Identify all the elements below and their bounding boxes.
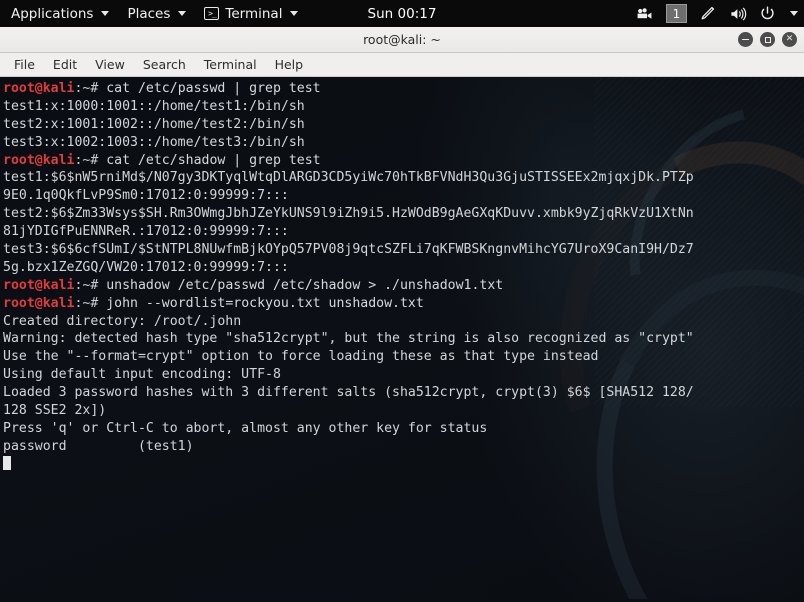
terminal-icon: >_ [204,7,220,20]
terminal-output-line: 81jYDIGfPuENNReR.:17012:0:99999:7::: [3,223,804,241]
menu-places[interactable]: Places [118,0,195,27]
video-camera-icon[interactable] [636,7,653,20]
terminal-output-line: Warning: detected hash type "sha512crypt… [3,330,804,348]
terminal-output-text: test1:$6$nW5rniMd$/N07gy3DKTyqlWtqDlARGD… [3,170,694,186]
shell-prompt-user: root@kali [3,152,75,168]
shell-command-text: cat /etc/passwd | grep test [106,81,321,96]
terminal-output-line: 128 SSE2 2x]) [3,402,804,420]
shell-prompt-symbol: :~# [74,81,107,96]
terminal-output-line: 9E0.1q0QkfLvP9Sm0:17012:0:99999:7::: [3,187,804,205]
text-cursor [3,455,11,470]
window-controls: ✕ [738,27,797,52]
terminal-output-text: Loaded 3 password hashes with 3 differen… [3,385,694,401]
menubar: File Edit View Search Terminal Help [0,53,804,77]
terminal-output-text: 81jYDIGfPuENNReR.:17012:0:99999:7::: [3,224,289,240]
terminal-command-line: root@kali:~# cat /etc/passwd | grep test [3,80,804,98]
menu-terminal-app[interactable]: >_ Terminal [195,0,307,27]
terminal-output-text: 128 SSE2 2x]) [3,403,107,419]
menu-file[interactable]: File [6,55,43,74]
maximize-button[interactable] [760,32,775,47]
shell-command-text: unshadow /etc/passwd /etc/shadow > ./uns… [106,277,504,293]
menu-view[interactable]: View [87,55,133,74]
terminal-label: Terminal [225,5,283,22]
terminal-output-text: Use the "--format=crypt" option to force… [3,349,599,365]
terminal-output-line: test1:$6$nW5rniMd$/N07gy3DKTyqlWtqDlARGD… [3,169,804,187]
menu-edit[interactable]: Edit [45,55,85,74]
terminal-command-line: root@kali:~# unshadow /etc/passwd /etc/s… [3,277,804,295]
shell-command-text: john --wordlist=rockyou.txt unshadow.txt [106,295,424,311]
terminal-output-text: 9E0.1q0QkfLvP9Sm0:17012:0:99999:7::: [3,188,289,204]
terminal-output-text: 5g.bzx1ZeZGQ/VW20:17012:0:99999:7::: [3,259,289,275]
shell-command-text: cat /etc/shadow | grep test [106,152,321,168]
terminal-command-line: root@kali:~# john --wordlist=rockyou.txt… [3,295,804,313]
terminal-output-text: test3:$6$6cfSUmI/$StNTPL8NUwfmBjkOYpQ57P… [3,242,694,258]
chevron-down-icon [178,11,187,16]
terminal-screen[interactable]: root@kali:~# cat /etc/passwd | grep test… [0,77,804,602]
desktop: Applications Places >_ Terminal Sun 00:1… [0,0,804,602]
pen-icon[interactable] [700,6,717,21]
terminal-output-line: Loaded 3 password hashes with 3 differen… [3,384,804,402]
chevron-down-icon [290,11,299,16]
shell-prompt-symbol: :~# [74,152,107,168]
chevron-down-icon[interactable] [790,11,798,16]
power-icon[interactable] [760,6,775,21]
terminal-output-line: password (test1) [3,438,804,456]
workspace-indicator[interactable]: 1 [666,4,687,23]
shell-prompt-user: root@kali [3,295,75,311]
terminal-output-line: test3:$6$6cfSUmI/$StNTPL8NUwfmBjkOYpQ57P… [3,241,804,259]
places-label: Places [127,5,171,22]
close-button[interactable]: ✕ [782,32,797,47]
terminal-cursor-line [3,455,804,474]
window-titlebar[interactable]: root@kali: ~ ✕ [0,27,804,53]
terminal-output-text: password (test1) [3,438,194,454]
terminal-output-text: Using default input encoding: UTF-8 [3,367,281,383]
menu-applications[interactable]: Applications [0,0,118,27]
terminal-window: root@kali: ~ ✕ File Edit View Search Ter… [0,27,804,602]
terminal-output-text: Created directory: /root/.john [3,313,242,329]
menu-help[interactable]: Help [267,55,312,74]
terminal-output-text: test3:x:1002:1003::/home/test3:/bin/sh [3,134,305,150]
terminal-output-line: Created directory: /root/.john [3,313,804,331]
terminal-output-line: test2:x:1001:1002::/home/test2:/bin/sh [3,116,804,134]
terminal-output-text: Warning: detected hash type "sha512crypt… [3,331,694,347]
system-tray: 1 [636,0,798,27]
gnome-top-panel: Applications Places >_ Terminal Sun 00:1… [0,0,804,27]
terminal-output-line: Press 'q' or Ctrl-C to abort, almost any… [3,420,804,438]
terminal-output-line: test3:x:1002:1003::/home/test3:/bin/sh [3,134,804,152]
applications-label: Applications [11,5,94,22]
window-title: root@kali: ~ [363,32,441,47]
terminal-output-text: test1:x:1000:1001::/home/test1:/bin/sh [3,98,305,114]
terminal-output-text: test2:$6$Zm33Wsys$SH.Rm3OWmgJbhJZeYkUNS9… [3,206,694,222]
terminal-command-line: root@kali:~# cat /etc/shadow | grep test [3,152,804,170]
terminal-output: root@kali:~# cat /etc/passwd | grep test… [3,80,804,474]
terminal-output-line: test2:$6$Zm33Wsys$SH.Rm3OWmgJbhJZeYkUNS9… [3,205,804,223]
terminal-output-line: Using default input encoding: UTF-8 [3,366,804,384]
shell-prompt-symbol: :~# [74,295,107,311]
minimize-button[interactable] [738,32,753,47]
terminal-output-text: test2:x:1001:1002::/home/test2:/bin/sh [3,116,305,132]
menu-search[interactable]: Search [135,55,194,74]
speaker-icon[interactable] [730,6,747,21]
shell-prompt-user: root@kali [3,277,75,293]
terminal-output-line: 5g.bzx1ZeZGQ/VW20:17012:0:99999:7::: [3,259,804,277]
menu-terminal[interactable]: Terminal [196,55,265,74]
terminal-output-line: test1:x:1000:1001::/home/test1:/bin/sh [3,98,804,116]
shell-prompt-user: root@kali [3,81,75,96]
shell-prompt-symbol: :~# [74,277,107,293]
chevron-down-icon [101,11,110,16]
panel-clock[interactable]: Sun 00:17 [342,6,462,22]
terminal-output-text: Press 'q' or Ctrl-C to abort, almost any… [3,420,488,436]
terminal-output-line: Use the "--format=crypt" option to force… [3,348,804,366]
